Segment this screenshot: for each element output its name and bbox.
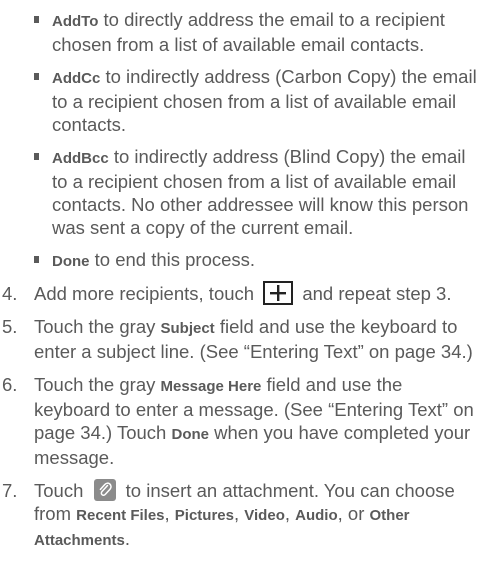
separator-text: , bbox=[164, 503, 175, 525]
list-item: AddBcc to indirectly address (Blind Copy… bbox=[0, 145, 491, 239]
option-term: Recent Files bbox=[76, 507, 165, 525]
separator-text: , or bbox=[337, 503, 370, 525]
step-list: 4. Add more recipients, touch and repeat… bbox=[0, 281, 491, 552]
paperclip-icon bbox=[93, 479, 116, 502]
bullet-icon bbox=[34, 256, 39, 263]
separator-text: , bbox=[234, 503, 245, 525]
step-text: Touch the gray bbox=[34, 316, 161, 338]
step-7: 7. Touch to insert an attachment. You ca… bbox=[0, 479, 491, 552]
step-6: 6. Touch the gray Message Here field and… bbox=[0, 373, 491, 469]
option-term: Video bbox=[244, 507, 285, 525]
option-text: to end this process. bbox=[89, 249, 256, 270]
plus-icon bbox=[263, 281, 294, 306]
list-item: Done to end this process. bbox=[0, 248, 491, 273]
button-term: Done bbox=[171, 426, 210, 444]
step-text: Touch bbox=[34, 480, 84, 502]
option-term: Done bbox=[52, 253, 90, 270]
step-number: 6. bbox=[2, 374, 18, 396]
option-term: Audio bbox=[295, 507, 338, 525]
step-5: 5. Touch the gray Subject field and use … bbox=[0, 315, 491, 363]
option-term: Pictures bbox=[174, 507, 234, 525]
option-term: AddBcc bbox=[52, 150, 109, 167]
step-text: Touch the gray bbox=[34, 374, 161, 396]
manual-page: AddTo to directly address the email to a… bbox=[0, 0, 491, 568]
option-text: to directly address the email to a recip… bbox=[52, 9, 445, 55]
recipient-options-list: AddTo to directly address the email to a… bbox=[0, 8, 491, 273]
step-text: Add more recipients, touch bbox=[34, 283, 255, 304]
step-number: 7. bbox=[2, 480, 18, 502]
option-text: to indirectly address (Carbon Copy) the … bbox=[52, 66, 477, 135]
list-item: AddTo to directly address the email to a… bbox=[0, 8, 491, 56]
step-number: 4. bbox=[2, 283, 18, 304]
separator-text: , bbox=[284, 503, 296, 525]
step-text: and repeat step 3. bbox=[302, 283, 452, 304]
list-item: AddCc to indirectly address (Carbon Copy… bbox=[0, 65, 491, 136]
bullet-icon bbox=[34, 16, 39, 23]
step-4: 4. Add more recipients, touch and repeat… bbox=[0, 281, 491, 306]
step-number: 5. bbox=[2, 316, 18, 338]
field-term: Subject bbox=[160, 320, 215, 338]
bullet-icon bbox=[34, 73, 39, 80]
field-term: Message Here bbox=[160, 378, 262, 396]
option-term: AddTo bbox=[52, 13, 99, 30]
bullet-icon bbox=[34, 153, 39, 160]
option-text: to indirectly address (Blind Copy) the e… bbox=[52, 146, 469, 238]
option-term: AddCc bbox=[52, 70, 101, 87]
separator-text: . bbox=[124, 528, 130, 550]
